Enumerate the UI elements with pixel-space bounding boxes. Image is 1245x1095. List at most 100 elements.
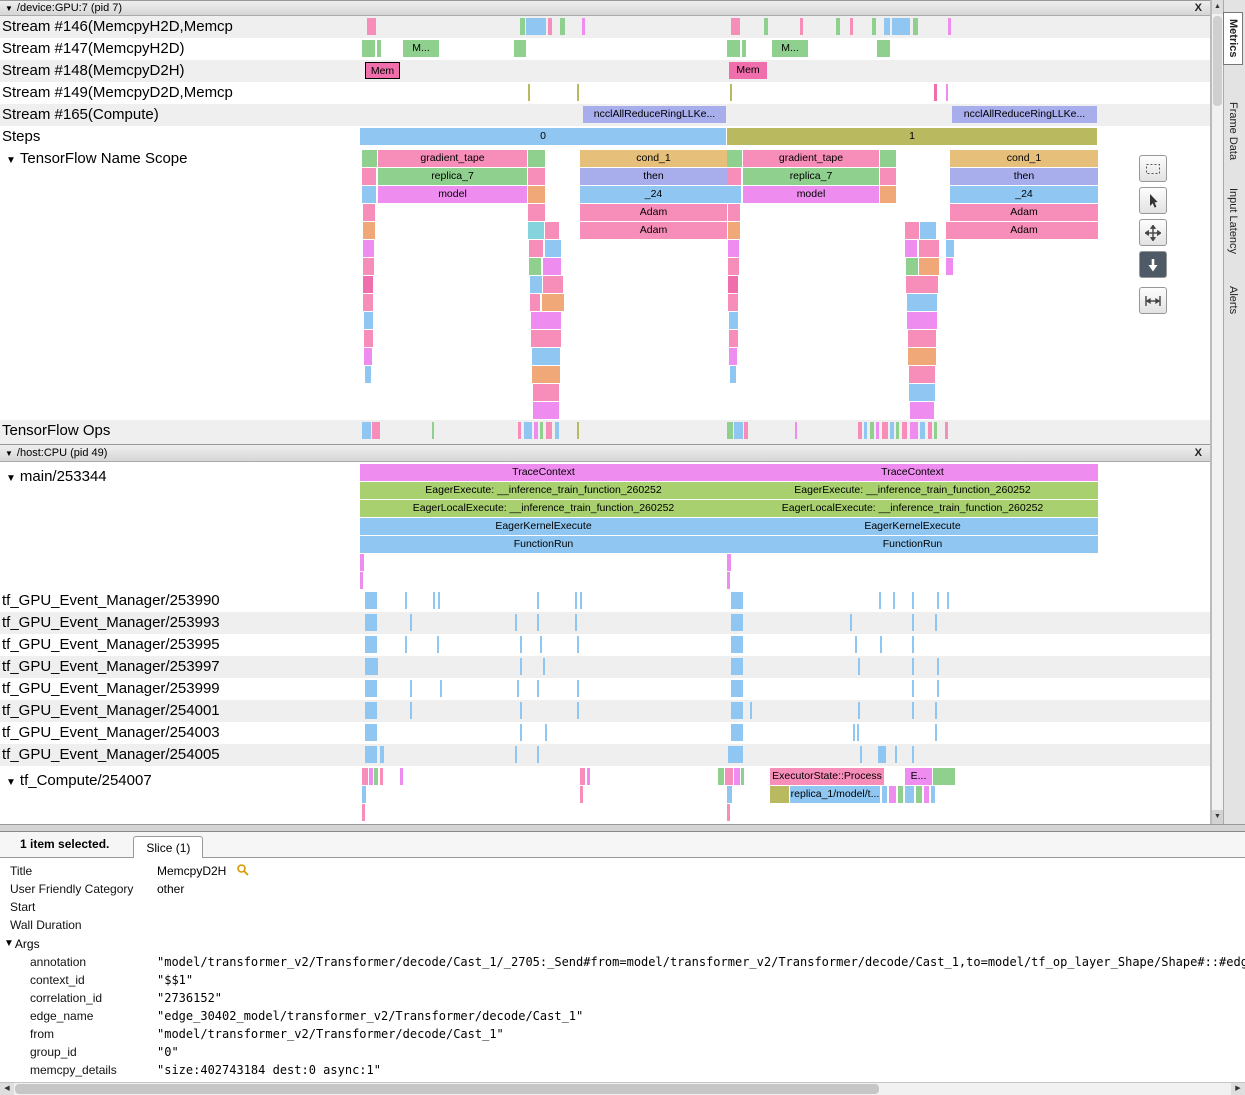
- trace-slice[interactable]: [518, 422, 521, 439]
- trace-slice[interactable]: [727, 168, 741, 185]
- trace-slice[interactable]: [896, 422, 899, 439]
- zoom-icon[interactable]: [1139, 251, 1167, 278]
- trace-slice[interactable]: [876, 422, 879, 439]
- trace-slice[interactable]: [529, 258, 541, 275]
- trace-slice[interactable]: [908, 348, 936, 365]
- trace-slice[interactable]: [363, 240, 374, 257]
- trace-slice[interactable]: gradient_tape: [743, 150, 879, 167]
- vertical-scrollbar-thumb[interactable]: [1213, 16, 1222, 106]
- trace-slice[interactable]: [878, 746, 886, 763]
- trace-slice[interactable]: [543, 658, 545, 675]
- trace-slice[interactable]: [730, 366, 736, 383]
- trace-slice[interactable]: [727, 150, 742, 167]
- trace-slice[interactable]: Adam: [950, 222, 1098, 239]
- trace-slice[interactable]: [728, 240, 739, 257]
- collapse-icon[interactable]: ▼: [5, 449, 13, 458]
- vertical-scrollbar[interactable]: ▲ ▼: [1211, 0, 1223, 824]
- trace-slice[interactable]: [365, 658, 378, 675]
- trace-slice[interactable]: [741, 768, 744, 785]
- row-label-tf-compute-254007[interactable]: ▼tf_Compute/254007: [2, 772, 152, 789]
- trace-slice[interactable]: [729, 330, 738, 347]
- trace-slice[interactable]: [795, 422, 797, 439]
- trace-slice[interactable]: [727, 786, 732, 803]
- trace-slice[interactable]: [363, 258, 374, 275]
- trace-slice[interactable]: M...: [403, 40, 439, 57]
- trace-slice[interactable]: [853, 724, 855, 741]
- trace-slice[interactable]: [880, 186, 896, 203]
- trace-slice[interactable]: [919, 240, 939, 257]
- trace-slice[interactable]: [545, 724, 547, 741]
- trace-slice[interactable]: [530, 294, 540, 311]
- trace-slice[interactable]: [934, 422, 937, 439]
- trace-slice[interactable]: [928, 422, 932, 439]
- trace-slice[interactable]: [365, 680, 377, 697]
- trace-slice[interactable]: [532, 348, 560, 365]
- trace-slice[interactable]: ncclAllReduceRingLLKe...: [952, 106, 1097, 123]
- trace-slice[interactable]: [909, 366, 935, 383]
- trace-slice[interactable]: cond_1: [950, 150, 1098, 167]
- trace-slice[interactable]: [882, 786, 887, 803]
- tab-alerts[interactable]: Alerts: [1224, 280, 1242, 320]
- trace-slice[interactable]: [533, 384, 559, 401]
- trace-slice[interactable]: [400, 768, 403, 785]
- trace-slice[interactable]: replica_7: [743, 168, 879, 185]
- trace-slice[interactable]: [934, 84, 937, 101]
- trace-slice[interactable]: [880, 150, 896, 167]
- trace-slice[interactable]: [890, 422, 894, 439]
- scroll-right-icon[interactable]: ▶: [1231, 1083, 1245, 1095]
- trace-slice[interactable]: [728, 294, 738, 311]
- trace-slice[interactable]: [947, 592, 949, 609]
- trace-slice[interactable]: Mem: [729, 62, 767, 79]
- trace-slice[interactable]: [405, 592, 407, 609]
- trace-slice[interactable]: [858, 702, 860, 719]
- trace-slice[interactable]: [365, 592, 377, 609]
- trace-slice[interactable]: EagerExecute: __inference_train_function…: [727, 482, 1098, 499]
- trace-slice[interactable]: [575, 614, 577, 631]
- trace-slice[interactable]: [537, 592, 539, 609]
- trace-slice[interactable]: [948, 18, 951, 35]
- trace-slice[interactable]: [542, 294, 564, 311]
- trace-slice[interactable]: [946, 84, 948, 101]
- trace-slice[interactable]: [520, 636, 522, 653]
- trace-slice[interactable]: [362, 186, 376, 203]
- trace-slice[interactable]: [410, 680, 412, 697]
- trace-slice[interactable]: [432, 422, 434, 439]
- trace-slice[interactable]: [545, 240, 561, 257]
- trace-slice[interactable]: [526, 18, 546, 35]
- trace-slice[interactable]: E...: [905, 768, 932, 785]
- tab-metrics[interactable]: Metrics: [1223, 12, 1243, 65]
- trace-slice[interactable]: [520, 702, 522, 719]
- trace-slice[interactable]: [935, 702, 937, 719]
- trace-slice[interactable]: Adam: [950, 204, 1098, 221]
- trace-slice[interactable]: [380, 768, 383, 785]
- trace-slice[interactable]: [855, 636, 857, 653]
- trace-slice[interactable]: ncclAllReduceRingLLKe...: [583, 106, 726, 123]
- trace-slice[interactable]: [727, 572, 730, 589]
- trace-slice[interactable]: [537, 614, 539, 631]
- trace-slice[interactable]: [907, 294, 937, 311]
- trace-slice[interactable]: [374, 768, 378, 785]
- row-label-main-thread[interactable]: ▼main/253344: [2, 468, 107, 485]
- trace-slice[interactable]: [920, 422, 925, 439]
- trace-slice[interactable]: [870, 422, 874, 439]
- trace-slice[interactable]: [405, 636, 407, 653]
- trace-slice[interactable]: [937, 658, 939, 675]
- trace-slice[interactable]: [880, 168, 896, 185]
- trace-slice[interactable]: [514, 40, 526, 57]
- scroll-left-icon[interactable]: ◀: [0, 1083, 14, 1095]
- trace-slice[interactable]: [528, 204, 545, 221]
- trace-slice[interactable]: then: [580, 168, 727, 185]
- trace-slice[interactable]: [410, 702, 412, 719]
- trace-slice[interactable]: [531, 330, 561, 347]
- trace-slice[interactable]: EagerLocalExecute: __inference_train_fun…: [360, 500, 727, 517]
- trace-slice[interactable]: [864, 422, 867, 439]
- trace-slice[interactable]: [718, 768, 724, 785]
- close-gpu-process-button[interactable]: X: [1195, 2, 1202, 14]
- trace-slice[interactable]: [543, 276, 563, 293]
- trace-slice[interactable]: [438, 592, 440, 609]
- trace-slice[interactable]: [906, 276, 938, 293]
- trace-slice[interactable]: [910, 402, 934, 419]
- trace-slice[interactable]: [946, 240, 954, 257]
- trace-slice[interactable]: [728, 746, 743, 763]
- trace-slice[interactable]: [935, 724, 937, 741]
